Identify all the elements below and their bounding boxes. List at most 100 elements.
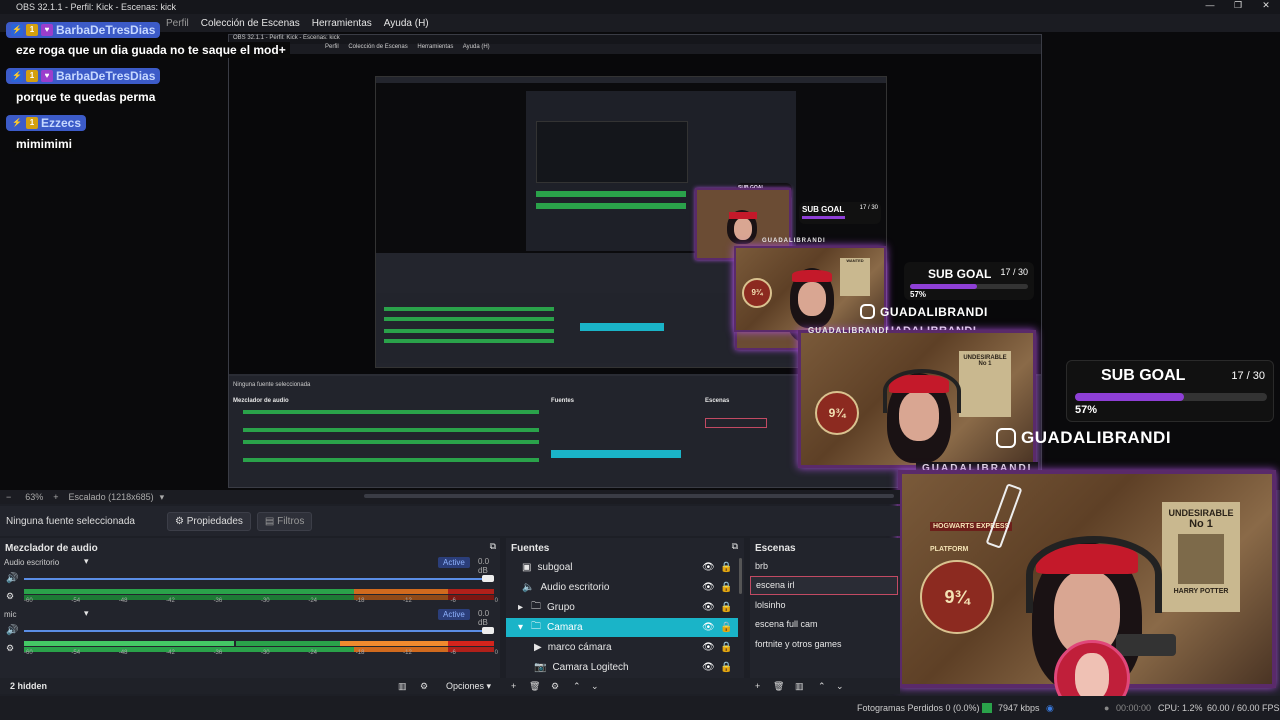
subgoal-widget-medium: SUB GOAL 17 / 30 57% [904, 262, 1034, 300]
badge-icon: 1 [26, 70, 38, 82]
audio-meter [448, 641, 494, 646]
eye-icon[interactable]: 👁 [702, 642, 715, 653]
eye-icon[interactable]: 👁 [702, 582, 715, 593]
source-item[interactable]: 🔈 Audio escritorio 👁 🔒 [506, 578, 738, 597]
eye-icon[interactable]: 👁 [702, 562, 715, 573]
chat-username: ⚡ 1 ♥ BarbaDeTresDias [6, 22, 161, 38]
hidden-count: 2 hidden [10, 681, 48, 691]
badge-icon: ⚡ [11, 24, 23, 36]
source-item[interactable]: ▾ 🗀 Camara 👁 🔒 [506, 618, 738, 637]
chat-message-2: ⚡ 1 ♥ BarbaDeTresDias [6, 68, 161, 84]
add-source-icon[interactable]: + [511, 681, 516, 691]
instagram-icon [860, 304, 875, 319]
zoom-out-button[interactable]: − [6, 492, 11, 502]
active-badge: Active [438, 609, 470, 620]
eye-icon[interactable]: 👁 [702, 622, 715, 633]
maximize-button[interactable]: ❐ [1224, 0, 1252, 11]
source-item[interactable]: ▸ 🗀 Grupo 👁 🔒 [506, 598, 738, 617]
cam-label-medium: GUADALIBRANDI [762, 238, 826, 244]
track-menu-chevron-icon[interactable]: ▾ [84, 608, 89, 619]
eye-icon[interactable]: 👁 [702, 602, 715, 613]
camera-frame-medium: 9¾ WANTED [734, 246, 886, 332]
filters-button[interactable]: ▤ Filtros [256, 511, 313, 531]
chevron-down-icon[interactable]: ▾ [160, 492, 165, 503]
speaker-icon[interactable]: 🔊 [6, 573, 18, 584]
trash-icon[interactable]: 🗑 [773, 681, 784, 692]
zoom-in-button[interactable]: + [53, 492, 58, 502]
menu-perfil[interactable]: Perfil [166, 18, 189, 29]
track-db: 0.0 dB [478, 557, 490, 575]
scene-item[interactable] [750, 654, 898, 673]
chevron-up-icon[interactable]: ⌃ [573, 681, 581, 692]
platform-sign: 9¾ [920, 560, 994, 634]
volume-knob[interactable] [482, 627, 494, 634]
folder-icon: 🗀 [531, 621, 542, 632]
settings-icon[interactable]: ⚙ [6, 643, 14, 654]
layout-icon[interactable]: ▥ [398, 681, 407, 692]
sources-scrollbar[interactable] [739, 558, 742, 594]
lock-icon[interactable]: 🔒 [720, 602, 732, 613]
folder-icon: 🗀 [531, 601, 542, 612]
audio-meter [236, 641, 340, 646]
trash-icon[interactable]: 🗑 [529, 681, 540, 692]
lock-icon[interactable]: 🔒 [720, 562, 732, 573]
menu-herramientas[interactable]: Herramientas [312, 18, 372, 29]
chevron-down-icon[interactable]: ⌄ [836, 681, 844, 692]
scene-item[interactable]: lolsinho [750, 595, 898, 614]
scene-item[interactable]: escena full cam [750, 615, 898, 634]
layout-icon[interactable]: ▥ [795, 681, 804, 692]
minimize-button[interactable]: — [1196, 0, 1224, 11]
source-item[interactable]: ▣ subgoal 👁 🔒 [506, 558, 738, 577]
settings-icon[interactable]: ⚙ [6, 591, 14, 602]
record-icon: ● [1104, 703, 1110, 713]
chevron-right-icon[interactable]: ▸ [518, 602, 523, 613]
chevron-down-icon[interactable]: ⌄ [591, 681, 599, 692]
source-item[interactable]: 📷 Camara Logitech 👁 🔒 [506, 658, 738, 677]
sources-title: Fuentes [511, 543, 550, 554]
lock-icon[interactable]: 🔒 [720, 642, 732, 653]
window-controls: — ❐ ✕ [1196, 0, 1280, 11]
volume-slider[interactable] [24, 630, 486, 632]
chevron-up-icon[interactable]: ⌃ [818, 681, 826, 692]
bitrate: 7947 kbps [998, 703, 1040, 713]
source-label: Camara Logitech [552, 662, 629, 673]
volume-knob[interactable] [482, 575, 494, 582]
play-icon: ▶ [534, 642, 542, 653]
add-scene-icon[interactable]: + [755, 681, 760, 691]
lock-icon[interactable]: 🔒 [720, 582, 732, 593]
eye-icon[interactable]: 👁 [702, 662, 715, 673]
options-button[interactable]: Opciones ▾ [446, 681, 491, 692]
dock-undock-icon[interactable]: ⧉ [490, 541, 496, 552]
scaling-select[interactable]: Escalado (1218x685) [69, 492, 154, 502]
scene-item[interactable]: escena irl [750, 575, 898, 595]
nested-menu-bar: Perfil Colección de Escenas Herramientas… [229, 44, 1041, 54]
menu-ayuda[interactable]: Ayuda (H) [384, 18, 429, 29]
volume-slider[interactable] [24, 578, 486, 580]
dock-undock-icon[interactable]: ⧉ [732, 541, 738, 552]
lock-icon[interactable]: 🔒 [720, 662, 732, 673]
gear-icon: ⚙ [174, 515, 184, 527]
track-db: 0.0 dB [478, 609, 490, 627]
chevron-down-icon[interactable]: ▾ [518, 622, 523, 633]
track-menu-chevron-icon[interactable]: ▾ [84, 556, 89, 567]
speaker-icon[interactable]: 🔊 [6, 625, 18, 636]
audio-meter [24, 641, 234, 646]
audio-meter [354, 589, 448, 594]
source-item[interactable]: ▶ marco cámara 👁 🔒 [506, 638, 738, 657]
lock-icon[interactable]: 🔒 [720, 622, 732, 633]
scenes-dock: Escenas brb escena irl lolsinho escena full… [750, 538, 900, 678]
preview-scrollbar[interactable] [364, 494, 894, 498]
menu-bar: Perfil Colección de Escenas Herramientas… [0, 14, 1280, 32]
instagram-handle-large: GUADALIBRANDI [996, 428, 1171, 448]
scene-item[interactable]: fortnite y otros games [750, 634, 898, 653]
no-source-label: Ninguna fuente seleccionada [6, 515, 135, 527]
gear-icon[interactable]: ⚙ [551, 681, 559, 692]
nested-preview-2: SUB GOAL [376, 83, 886, 253]
nested-title-bar: OBS 32.1.1 - Perfil: Kick - Escenas: kic… [229, 35, 1041, 44]
properties-button[interactable]: ⚙ Propiedades [166, 511, 251, 531]
active-badge: Active [438, 557, 470, 568]
menu-coleccion-escenas[interactable]: Colección de Escenas [201, 18, 300, 29]
close-button[interactable]: ✕ [1252, 0, 1280, 11]
scene-item[interactable]: brb [750, 556, 898, 575]
mixer-settings-icon[interactable]: ⚙ [420, 681, 428, 692]
